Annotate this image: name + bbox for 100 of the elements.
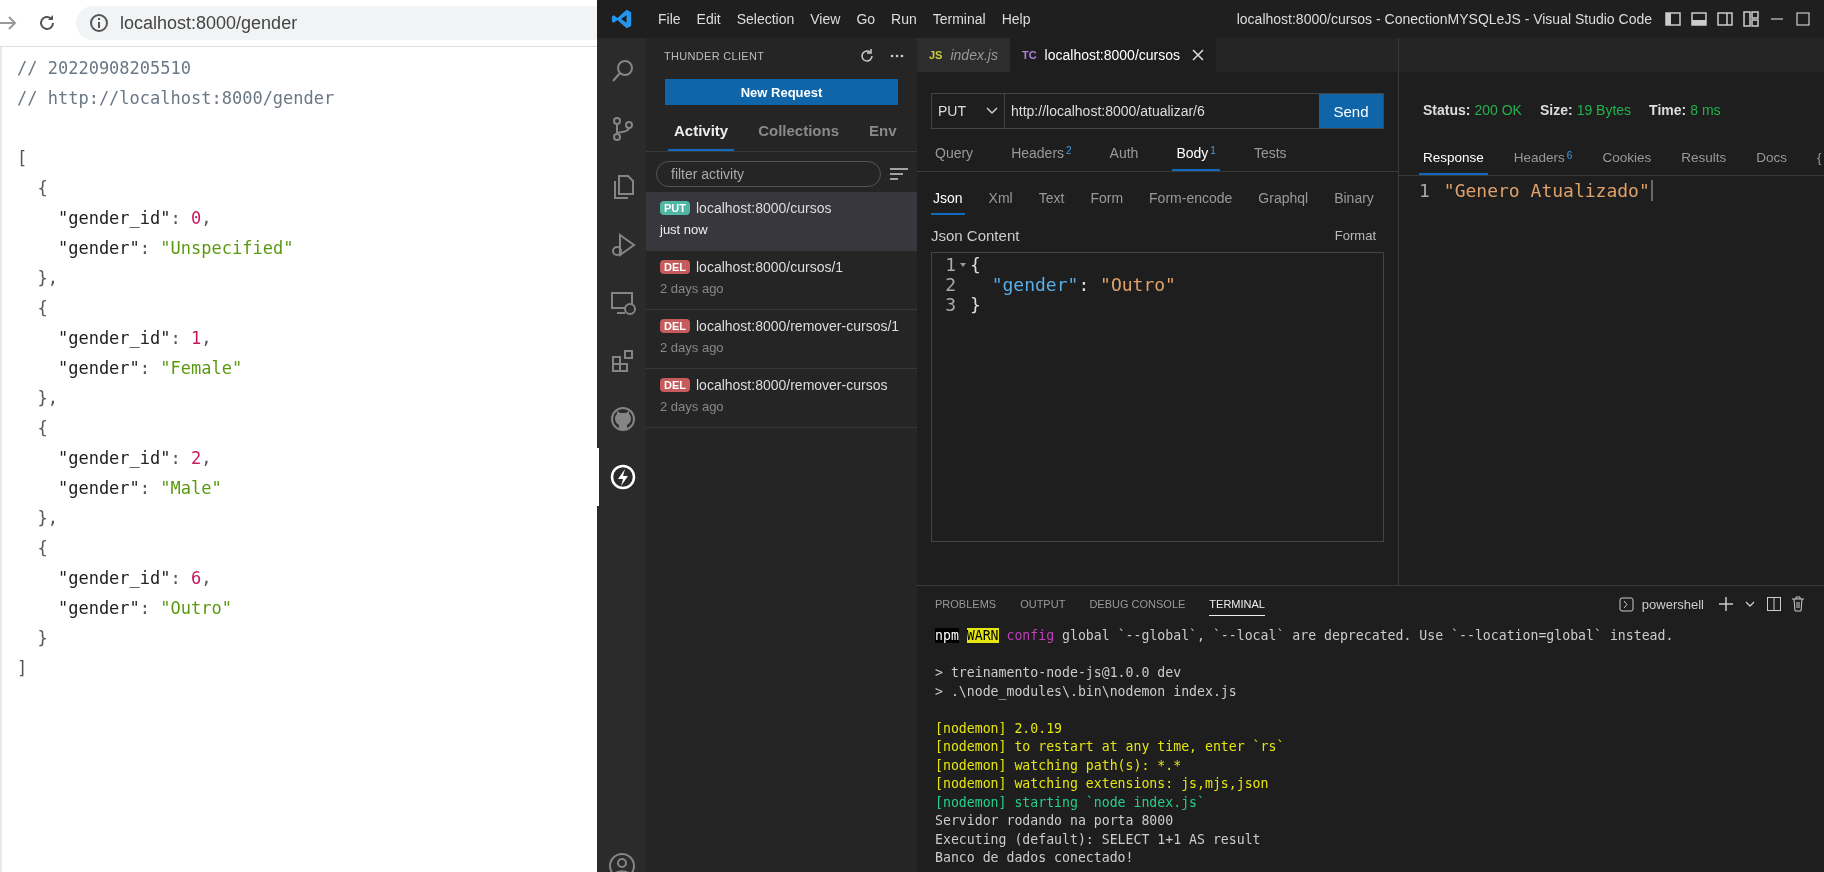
terminal-line: Banco de dados conectado! xyxy=(935,849,1134,867)
account-icon[interactable] xyxy=(607,852,636,872)
split-layout-icon[interactable] xyxy=(1716,10,1734,28)
github-icon[interactable] xyxy=(608,405,637,433)
body-type-tab[interactable]: Graphql xyxy=(1256,178,1311,215)
body-type-tab[interactable]: Json xyxy=(931,178,965,215)
menu-item[interactable]: Go xyxy=(849,7,883,31)
menu-item[interactable]: Run xyxy=(884,7,924,31)
code-line: "gender": "Outro" xyxy=(990,275,1176,295)
tab-label: index.js xyxy=(950,47,998,63)
response-tab[interactable]: Docs xyxy=(1752,140,1791,175)
menu-item[interactable]: Selection xyxy=(729,7,802,31)
menu-item[interactable]: File xyxy=(651,7,688,31)
panel-tab[interactable]: OUTPUT xyxy=(1020,592,1066,616)
activity-item[interactable]: DEL localhost:8000/remover-cursos 2 days ago xyxy=(646,369,917,428)
json-line: [ xyxy=(17,147,28,170)
request-tab[interactable]: Tests xyxy=(1249,135,1291,171)
json-content-label: Json Content xyxy=(931,227,1020,244)
shell-name[interactable]: powershell xyxy=(1641,596,1704,612)
response-tab[interactable]: Headers$^{6}$ xyxy=(1509,140,1577,175)
json-line: { xyxy=(36,417,48,440)
activity-item[interactable]: PUT localhost:8000/cursos just now xyxy=(646,192,917,251)
line-number: 1 xyxy=(1419,180,1430,201)
lightning-icon[interactable] xyxy=(608,463,637,491)
new-request-button[interactable]: New Request xyxy=(665,79,898,105)
close-icon[interactable] xyxy=(1192,49,1205,61)
menu-item[interactable]: View xyxy=(803,7,848,31)
sidebar-layout-icon[interactable] xyxy=(1664,10,1682,28)
line-number: 1 xyxy=(944,255,956,275)
status-value: 19 Bytes xyxy=(1576,102,1632,118)
json-line: { xyxy=(36,537,48,560)
json-line: "gender_id": 0, xyxy=(56,207,212,230)
body-type-tab[interactable]: Form-encode xyxy=(1147,178,1235,215)
panel-layout-icon[interactable] xyxy=(1690,10,1708,28)
request-tab[interactable]: Headers$^{2}$ xyxy=(1007,135,1076,171)
json-line: "gender_id": 1, xyxy=(56,327,212,350)
json-line: "gender": "Outro" xyxy=(56,597,232,620)
json-line: // http://localhost:8000/gender xyxy=(17,87,335,110)
sort-icon[interactable] xyxy=(889,167,909,181)
split-icon[interactable] xyxy=(1766,596,1782,612)
menu-item[interactable]: Help xyxy=(994,7,1038,31)
info-icon xyxy=(88,12,110,34)
response-tab[interactable]: { xyxy=(1812,140,1824,175)
request-tab[interactable]: Auth xyxy=(1105,135,1143,171)
monitor-icon[interactable] xyxy=(608,289,637,317)
customize-layout-icon[interactable] xyxy=(1742,10,1760,28)
body-type-tab[interactable]: Form xyxy=(1088,178,1126,215)
body-type-tab[interactable]: Xml xyxy=(986,178,1015,215)
plus-icon[interactable] xyxy=(1718,596,1734,612)
filter-field[interactable]: filter activity xyxy=(656,161,881,187)
trash-icon[interactable] xyxy=(1790,596,1806,612)
json-line: "gender": "Male" xyxy=(56,477,222,500)
status-value: 200 OK xyxy=(1474,102,1522,118)
refresh-icon[interactable] xyxy=(859,48,875,64)
code-editor[interactable]: 1 { 2 "gender": "Outro" 3 } xyxy=(931,252,1384,542)
vscode-logo-icon xyxy=(611,8,633,30)
line-number: 2 xyxy=(944,275,956,295)
json-line: "gender_id": 6, xyxy=(56,567,212,590)
request-url: localhost:8000/cursos xyxy=(696,200,832,216)
menu-item[interactable]: Terminal xyxy=(925,7,993,31)
sidebar-tab[interactable]: Collections xyxy=(752,111,846,151)
terminal-line: [nodemon] watching path(s): *.* xyxy=(935,756,1182,775)
json-line: }, xyxy=(36,507,58,530)
menu-item[interactable]: Edit xyxy=(689,7,728,31)
terminal-line: [nodemon] watching extensions: js,mjs,json xyxy=(935,775,1269,793)
file-type-icon: JS xyxy=(929,49,943,61)
panel-tab[interactable]: PROBLEMS xyxy=(935,592,997,616)
line-number: 3 xyxy=(944,295,956,315)
activity-item[interactable]: DEL localhost:8000/remover-cursos/1 2 days ago xyxy=(646,310,917,369)
status-label: Size: xyxy=(1539,102,1573,118)
json-line: { xyxy=(36,297,48,320)
panel-tab[interactable]: TERMINAL xyxy=(1209,592,1265,616)
request-tab[interactable]: Body$^{1}$ xyxy=(1172,135,1220,171)
format-link[interactable]: Format xyxy=(1334,228,1376,243)
fold-icon[interactable] xyxy=(960,263,966,267)
window-title: localhost:8000/cursos - ConectionMYSQLeJS - Visual Studio Code xyxy=(1236,11,1652,27)
request-tab[interactable]: Query xyxy=(931,135,978,171)
response-text: "Genero Atualizado" xyxy=(1443,180,1653,201)
address-bar[interactable]: localhost:8000/gender xyxy=(76,6,597,40)
response-tab[interactable]: Response xyxy=(1419,140,1488,175)
body-type-tab[interactable]: Text xyxy=(1036,178,1067,215)
terminal-line: Executing (default): SELECT 1+1 AS result xyxy=(935,830,1261,849)
editor-tab[interactable]: TC localhost:8000/cursos xyxy=(1009,38,1217,72)
terminal-line: > .\node_modules\.bin\nodemon index.js xyxy=(935,682,1237,701)
response-tab[interactable]: Cookies xyxy=(1598,140,1656,175)
sidebar-tab[interactable]: Env xyxy=(863,111,903,151)
editor-tab[interactable]: JS index.js xyxy=(917,38,1010,72)
json-line: "gender": "Female" xyxy=(56,357,243,380)
request-time: 2 days ago xyxy=(660,281,725,296)
activity-item[interactable]: DEL localhost:8000/cursos/1 2 days ago xyxy=(646,251,917,310)
maximize-icon[interactable] xyxy=(1794,10,1812,28)
method-badge: DEL xyxy=(660,260,690,274)
panel-tab[interactable]: DEBUG CONSOLE xyxy=(1089,592,1186,616)
terminal-line: [nodemon] 2.0.19 xyxy=(935,719,1063,738)
method-badge: DEL xyxy=(660,378,690,392)
tab-label: localhost:8000/cursos xyxy=(1044,47,1181,63)
body-type-tab[interactable]: Binary xyxy=(1332,178,1376,215)
code-line: { xyxy=(970,255,981,275)
response-tab[interactable]: Results xyxy=(1677,140,1731,175)
sidebar-tab[interactable]: Activity xyxy=(668,111,735,151)
